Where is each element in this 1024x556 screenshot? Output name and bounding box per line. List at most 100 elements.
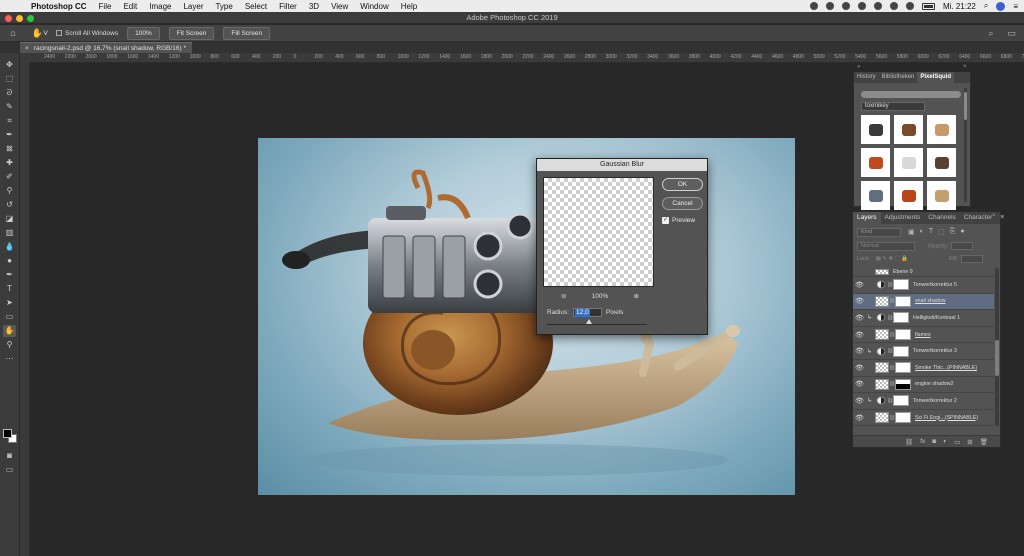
layer-thumbnail[interactable] xyxy=(875,295,889,307)
layer-mask-thumbnail[interactable] xyxy=(893,395,909,407)
lasso-tool-icon[interactable]: ᘐ xyxy=(3,87,16,99)
pixelsquid-thumbnail[interactable] xyxy=(861,115,890,144)
visibility-eye-icon[interactable]: 👁 xyxy=(853,364,866,372)
shape-tool-icon[interactable]: ▭ xyxy=(3,311,16,323)
hand-tool-icon[interactable]: ✋ xyxy=(3,325,16,337)
opacity-control[interactable]: Opacity: xyxy=(928,242,974,250)
delete-layer-icon[interactable]: 🗑 xyxy=(980,438,988,446)
visibility-eye-icon[interactable]: 👁 xyxy=(853,347,866,355)
healing-brush-tool-icon[interactable]: ✚ xyxy=(3,157,16,169)
visibility-eye-icon[interactable]: 👁 xyxy=(853,414,866,422)
wifi-icon[interactable] xyxy=(889,2,898,10)
filter-smart-object-icon[interactable]: ⎘ xyxy=(950,228,956,236)
vertical-ruler[interactable] xyxy=(20,63,30,556)
tab-history[interactable]: History xyxy=(854,72,879,83)
brush-tool-icon[interactable]: ✐ xyxy=(3,171,16,183)
layer-row[interactable]: 👁 ↳ ⛓ Tonwertkorrektur 3 xyxy=(853,343,994,360)
app-menu[interactable]: Photoshop CC xyxy=(31,2,87,11)
close-tab-icon[interactable]: × xyxy=(25,45,29,52)
document-canvas[interactable] xyxy=(258,138,795,495)
spotlight-icon[interactable]: ⌕ xyxy=(984,1,988,11)
menu-view[interactable]: View xyxy=(331,2,348,11)
search-icon[interactable]: ⌕ xyxy=(988,28,993,39)
type-tool-icon[interactable]: T xyxy=(3,283,16,295)
fill-input[interactable] xyxy=(961,255,983,263)
tab-layers[interactable]: Layers xyxy=(853,212,881,224)
layers-scrollbar[interactable] xyxy=(995,268,999,426)
radius-slider-track[interactable] xyxy=(547,324,647,325)
sync-icon[interactable] xyxy=(841,2,850,10)
visibility-eye-icon[interactable]: 👁 xyxy=(853,397,866,405)
screen-mode-icon[interactable]: ▭ xyxy=(3,464,16,476)
zoom-in-icon[interactable]: ⊕ xyxy=(634,292,639,300)
panel-close-icon[interactable]: × xyxy=(963,64,967,70)
color-swatches[interactable] xyxy=(3,429,19,445)
quick-selection-tool-icon[interactable]: ✎ xyxy=(3,101,16,113)
scroll-all-windows-checkbox[interactable]: Scroll All Windows xyxy=(56,30,118,37)
new-layer-icon[interactable]: ⊞ xyxy=(967,438,972,446)
radius-slider-thumb[interactable] xyxy=(586,319,592,324)
pixelsquid-thumbnail[interactable] xyxy=(927,115,956,144)
history-brush-tool-icon[interactable]: ↺ xyxy=(3,199,16,211)
layer-thumbnail[interactable] xyxy=(875,329,889,341)
tab-bibliotheken[interactable]: Bibliotheken xyxy=(879,72,918,83)
menu-select[interactable]: Select xyxy=(245,2,267,11)
crop-tool-icon[interactable]: ⌗ xyxy=(3,115,16,127)
layer-mask-thumbnail[interactable] xyxy=(895,412,911,424)
layer-mask-thumbnail[interactable] xyxy=(893,345,909,357)
menu-help[interactable]: Help xyxy=(401,2,417,11)
eyedropper-tool-icon[interactable]: ✒ xyxy=(3,129,16,141)
layer-style-icon[interactable]: fx xyxy=(920,438,925,445)
foreground-color-swatch[interactable] xyxy=(3,429,12,438)
layer-mask-thumbnail[interactable] xyxy=(893,312,909,324)
layer-thumbnail[interactable] xyxy=(875,412,889,424)
pixelsquid-thumbnail[interactable] xyxy=(894,115,923,144)
frame-tool-icon[interactable]: ⊠ xyxy=(3,143,16,155)
layer-mask-thumbnail[interactable] xyxy=(893,279,909,291)
menu-filter[interactable]: Filter xyxy=(279,2,297,11)
move-tool-icon[interactable]: ✥ xyxy=(3,59,16,71)
filter-pixel-icon[interactable]: ▣ xyxy=(908,228,915,236)
menu-file[interactable]: File xyxy=(99,2,112,11)
menu-window[interactable]: Window xyxy=(360,2,388,11)
dodge-tool-icon[interactable]: ● xyxy=(3,255,16,267)
zoom-out-icon[interactable]: ⊖ xyxy=(561,292,566,300)
pixelsquid-user-dropdown[interactable]: toxmikey xyxy=(861,102,925,111)
blend-mode-dropdown[interactable]: Normal xyxy=(857,242,915,251)
layer-row[interactable]: 👁 ⛓ Smoke Thic...(PINNABLE) xyxy=(853,360,994,377)
radius-input[interactable]: 12,0 xyxy=(573,308,603,317)
visibility-eye-icon[interactable]: 👁 xyxy=(853,380,866,388)
panel-collapse-icon[interactable]: » xyxy=(857,64,860,70)
panel-menu-icon[interactable]: ≡ xyxy=(996,212,1008,224)
layer-row[interactable]: 👁 ⛓ snail shadow xyxy=(853,293,994,311)
pen-tool-icon[interactable]: ✒ xyxy=(3,269,16,281)
pixelsquid-thumbnail[interactable] xyxy=(927,181,956,210)
menu-image[interactable]: Image xyxy=(149,2,171,11)
link-layers-icon[interactable]: ⛓ xyxy=(905,438,913,446)
layer-row[interactable]: 👁 ↳ ⛓ Tonwertkorrektur 2 xyxy=(853,393,994,410)
pixelsquid-thumbnail[interactable] xyxy=(894,148,923,177)
layer-mask-thumbnail[interactable] xyxy=(895,329,911,341)
hand-tool-preset-icon[interactable]: ✋˅ xyxy=(30,28,50,39)
clock[interactable]: Mi. 21:22 xyxy=(943,2,976,11)
layer-filter-dropdown[interactable]: Kind xyxy=(857,228,901,237)
clone-stamp-tool-icon[interactable]: ⚲ xyxy=(3,185,16,197)
layers-panel-close-icon[interactable]: × xyxy=(992,213,996,219)
pixelsquid-thumbnail[interactable] xyxy=(927,148,956,177)
volume-icon[interactable] xyxy=(905,2,914,10)
tab-adjustments[interactable]: Adjustments xyxy=(881,212,925,224)
ok-button[interactable]: OK xyxy=(662,178,703,191)
new-adjustment-layer-icon[interactable]: ◐ xyxy=(943,438,947,445)
visibility-eye-icon[interactable]: 👁 xyxy=(853,314,866,322)
dropbox-icon[interactable] xyxy=(825,2,834,10)
battery-icon[interactable] xyxy=(921,2,935,10)
horizontal-ruler[interactable]: 2400 2200 2000 1800 1600 1400 1200 1000 800 600 40… xyxy=(30,53,1024,63)
edit-toolbar-icon[interactable]: ⋯ xyxy=(3,353,16,365)
document-tab[interactable]: × racingsnail-2.psd @ 16,7% (snail shado… xyxy=(20,42,192,53)
lock-icons[interactable]: ▦ ✎ ✥ ⬚ 🔒 xyxy=(876,256,909,262)
menu-layer[interactable]: Layer xyxy=(183,2,203,11)
tab-character[interactable]: Character xyxy=(960,212,997,224)
notification-center-icon[interactable]: ≡ xyxy=(1013,2,1018,11)
layer-thumbnail[interactable] xyxy=(875,378,889,390)
new-group-icon[interactable]: ▭ xyxy=(954,438,960,446)
